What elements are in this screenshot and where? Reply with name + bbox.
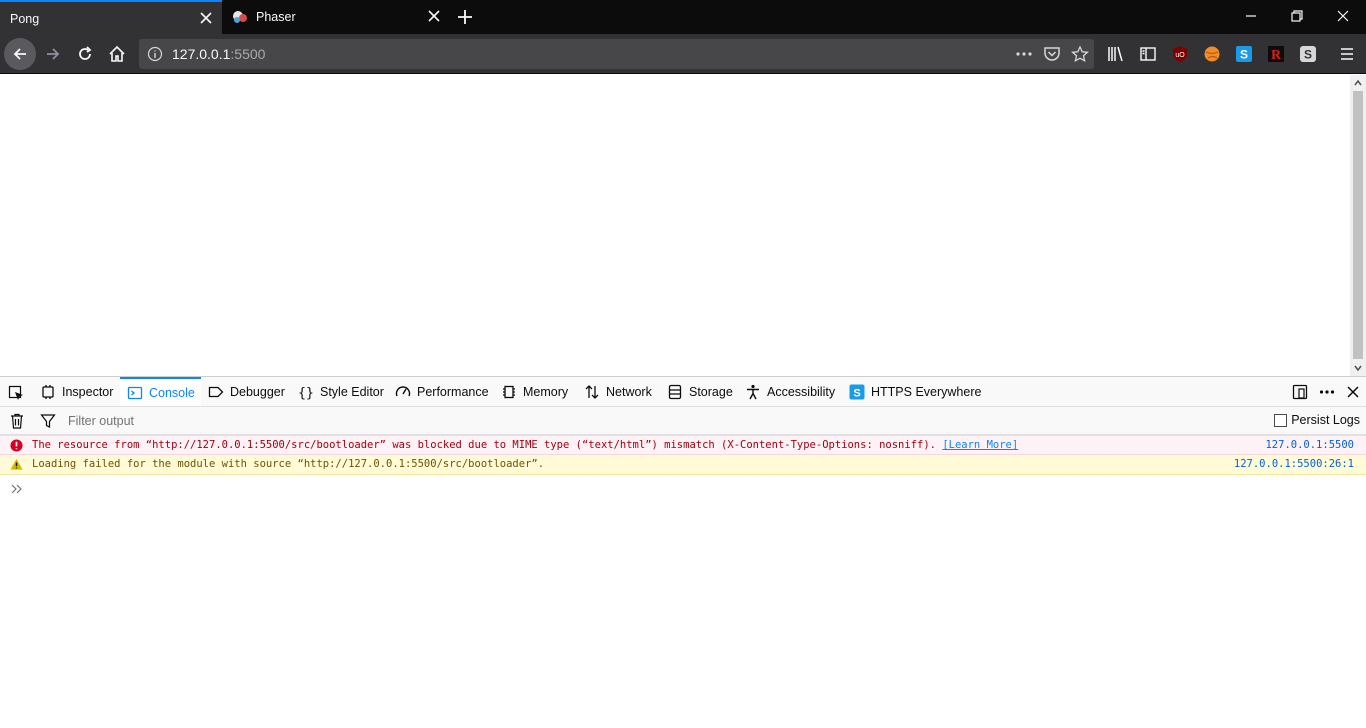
tab-pong[interactable]: Pong	[0, 0, 222, 34]
devtools-tab-label: Style Editor	[320, 384, 384, 399]
warning-source-link[interactable]: 127.0.0.1:5500:26:1	[1234, 458, 1354, 470]
reload-icon	[79, 46, 92, 60]
tab-phaser[interactable]: Phaser	[224, 0, 450, 34]
error-text: The resource from “http://127.0.0.1:5500…	[32, 439, 1019, 451]
close-tab-icon[interactable]	[426, 8, 442, 24]
filter-output-input[interactable]	[62, 411, 562, 431]
svg-text:S: S	[853, 387, 860, 399]
svg-text:S: S	[1304, 48, 1312, 62]
svg-text:S: S	[1240, 48, 1248, 62]
accessibility-icon	[747, 384, 759, 399]
warning-icon	[10, 458, 23, 470]
page-content	[0, 75, 1350, 376]
style-editor-icon: {}	[298, 386, 314, 400]
svg-text:{}: {}	[298, 386, 314, 400]
persist-logs-checkbox[interactable]	[1274, 413, 1288, 427]
persist-logs-toggle[interactable]: Persist Logs	[1274, 413, 1360, 427]
storage-icon	[668, 384, 682, 399]
url-bar[interactable]: 127.0.0.1:5500	[139, 39, 1094, 69]
extension-s-gray-icon[interactable]: S	[1299, 45, 1317, 63]
devtools-tab-accessibility[interactable]: Accessibility	[745, 377, 835, 406]
memory-icon	[503, 385, 515, 398]
ublock-origin-icon[interactable]: uO	[1171, 45, 1189, 63]
scroll-up-icon[interactable]	[1354, 79, 1362, 87]
persist-logs-label: Persist Logs	[1291, 413, 1360, 427]
scroll-down-icon[interactable]	[1354, 364, 1362, 372]
forward-button[interactable]	[37, 38, 69, 70]
svg-text:uO: uO	[1175, 52, 1185, 59]
navigation-toolbar: 127.0.0.1:5500 uO S R S	[0, 34, 1366, 74]
extension-r-red-icon[interactable]: R	[1267, 45, 1285, 63]
console-error-message: The resource from “http://127.0.0.1:5500…	[0, 435, 1366, 455]
devtools-tab-label: HTTPS Everywhere	[871, 384, 982, 399]
restore-icon[interactable]	[1289, 8, 1305, 24]
devtools-tab-performance[interactable]: Performance	[395, 377, 489, 406]
devtools-tab-label: Accessibility	[767, 384, 836, 399]
site-info-icon[interactable]	[147, 46, 163, 62]
extension-s-blue-icon[interactable]: S	[1235, 45, 1253, 63]
inspector-icon	[42, 384, 54, 399]
pocket-icon[interactable]	[1043, 46, 1061, 62]
tab-title: Pong	[10, 12, 40, 26]
error-icon	[10, 439, 23, 452]
scrollbar-thumb[interactable]	[1353, 91, 1363, 359]
performance-icon	[395, 385, 411, 396]
bookmark-star-icon[interactable]	[1071, 46, 1089, 62]
back-button[interactable]	[4, 38, 36, 70]
svg-text:R: R	[1271, 48, 1282, 63]
extension-orange-icon[interactable]	[1203, 45, 1221, 63]
https-everywhere-icon: S	[849, 384, 865, 399]
devtools-options-icon[interactable]	[1319, 384, 1335, 400]
forward-arrow-icon	[47, 48, 60, 60]
tab-strip: Pong Phaser	[0, 0, 1366, 34]
devtools-tab-label: Inspector	[62, 384, 114, 399]
home-icon	[109, 45, 125, 62]
devtools-tab-memory[interactable]: Memory	[501, 377, 568, 406]
reload-button[interactable]	[69, 38, 101, 70]
learn-more-link[interactable]: [Learn More]	[942, 439, 1018, 451]
warning-text: Loading failed for the module with sourc…	[32, 458, 545, 470]
devtools-tab-https-everywhere[interactable]: S HTTPS Everywhere	[849, 377, 981, 406]
sidebar-icon[interactable]	[1139, 45, 1157, 63]
responsive-design-mode-icon[interactable]	[1292, 384, 1308, 400]
devtools-tab-label: Console	[149, 385, 195, 400]
devtools-tab-label: Debugger	[230, 384, 285, 399]
new-tab-icon[interactable]	[455, 7, 475, 27]
element-picker-icon[interactable]	[8, 385, 24, 401]
tab-title: Phaser	[256, 10, 296, 24]
network-icon	[585, 384, 599, 399]
devtools-tab-label: Performance	[417, 384, 489, 399]
minimize-icon[interactable]	[1243, 8, 1259, 24]
error-source-link[interactable]: 127.0.0.1:5500	[1265, 439, 1354, 451]
devtools-tab-style-editor[interactable]: {} Style Editor	[298, 377, 384, 406]
devtools-tab-inspector[interactable]: Inspector	[40, 377, 113, 406]
devtools-panel: Inspector Console Debugger {} Style Edit…	[0, 376, 1366, 728]
console-prompt-icon[interactable]	[10, 482, 24, 496]
trash-icon[interactable]	[10, 413, 24, 429]
devtools-tab-storage[interactable]: Storage	[667, 377, 733, 406]
close-devtools-icon[interactable]	[1345, 384, 1361, 400]
devtools-tab-debugger[interactable]: Debugger	[208, 377, 285, 406]
console-warning-message: Loading failed for the module with sourc…	[0, 455, 1366, 475]
back-arrow-icon	[13, 48, 26, 60]
vertical-scrollbar[interactable]	[1350, 75, 1366, 376]
devtools-tab-console[interactable]: Console	[120, 377, 201, 406]
console-filter-bar: Persist Logs	[0, 407, 1366, 435]
hamburger-menu-icon[interactable]	[1338, 45, 1356, 63]
devtools-tab-label: Network	[606, 384, 652, 399]
filter-icon	[40, 414, 56, 428]
url-text[interactable]: 127.0.0.1:5500	[172, 46, 265, 62]
close-tab-icon[interactable]	[198, 10, 214, 26]
library-icon[interactable]	[1107, 45, 1125, 63]
devtools-tab-label: Memory	[523, 384, 569, 399]
close-window-icon[interactable]	[1335, 8, 1351, 24]
console-icon	[127, 386, 143, 399]
page-actions-icon[interactable]	[1015, 46, 1033, 62]
devtools-tab-label: Storage	[689, 384, 733, 399]
home-button[interactable]	[101, 38, 133, 70]
debugger-icon	[208, 386, 224, 397]
phaser-favicon-icon	[233, 11, 247, 23]
devtools-toolbar: Inspector Console Debugger {} Style Edit…	[0, 377, 1366, 407]
devtools-tab-network[interactable]: Network	[584, 377, 652, 406]
